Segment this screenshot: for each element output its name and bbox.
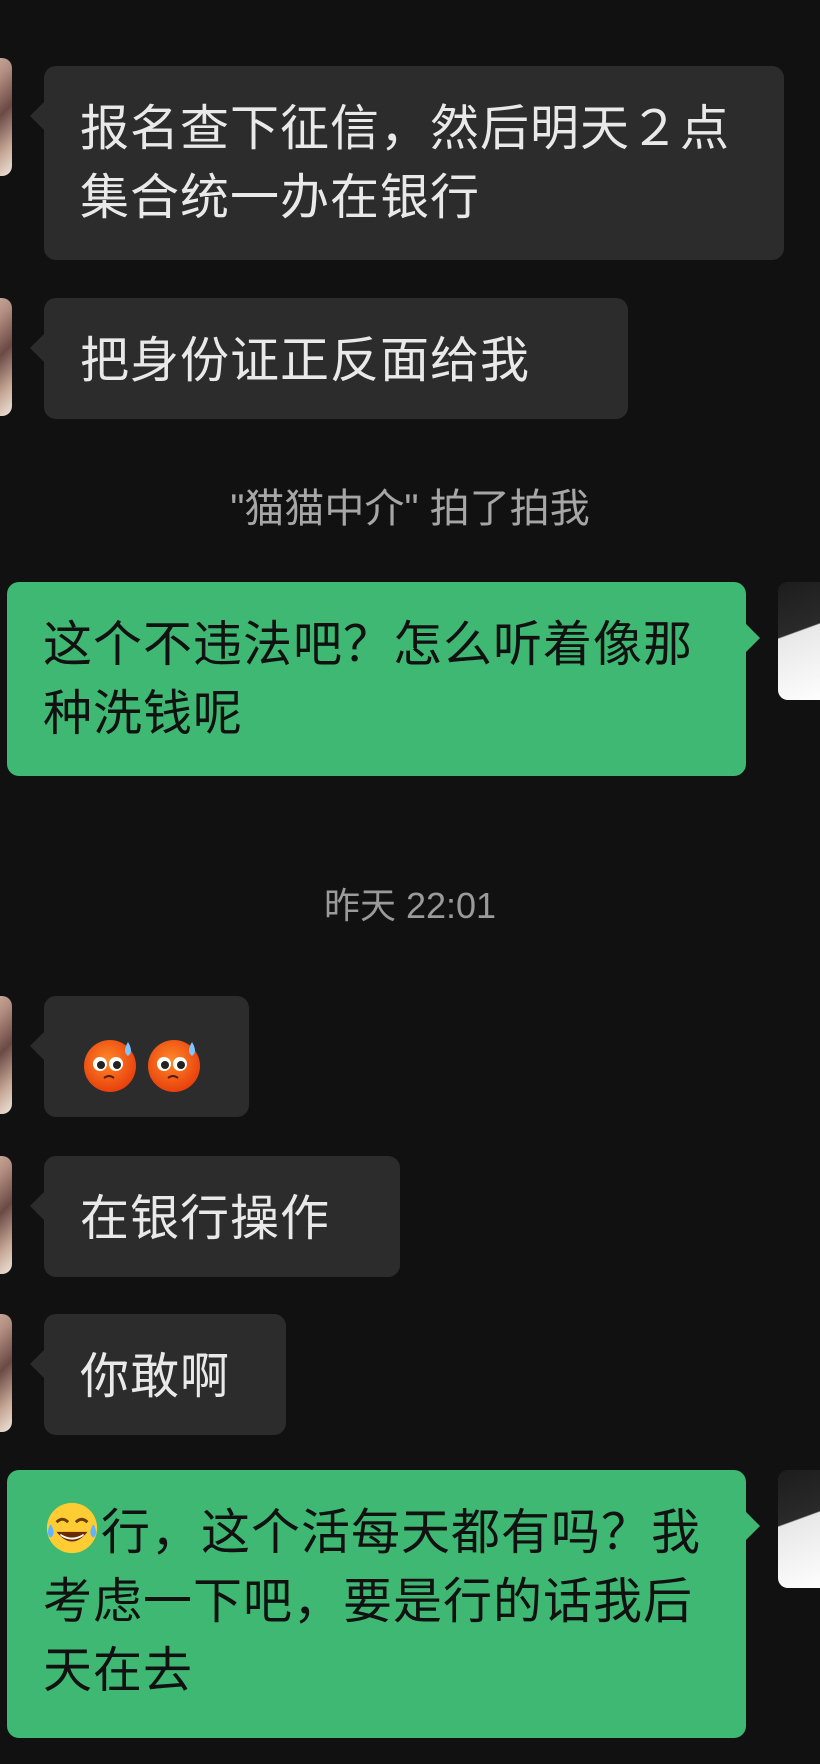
sweating-face-icon [84, 1039, 136, 1092]
message-text: 把身份证正反面给我 [80, 332, 531, 389]
message-text: 报名查下征信，然后明天２点集合统一办在银行 [80, 100, 731, 226]
message-text: 行，这个活每天都有吗？我考虑一下吧，要是行的话我后天在去 [43, 1504, 702, 1699]
timestamp: 昨天 22:01 [323, 885, 497, 926]
contact-avatar[interactable] [0, 1156, 12, 1274]
contact-avatar[interactable] [0, 298, 12, 416]
incoming-message-bubble[interactable]: 把身份证正反面给我 [30, 298, 628, 419]
contact-avatar[interactable] [0, 58, 12, 176]
incoming-message-bubble[interactable]: 报名查下征信，然后明天２点集合统一办在银行 [30, 66, 784, 260]
message-text: 这个不违法吧？怎么听着像那种洗钱呢 [43, 616, 694, 742]
outgoing-message-bubble[interactable]: 这个不违法吧？怎么听着像那种洗钱呢 [7, 582, 760, 776]
incoming-message-bubble[interactable] [30, 996, 249, 1117]
contact-avatar[interactable] [0, 1314, 12, 1432]
contact-avatar[interactable] [0, 996, 12, 1114]
message-text: 你敢啊 [80, 1348, 231, 1405]
tears-of-joy-icon [46, 1502, 98, 1554]
pat-notice: "猫猫中介" 拍了拍我 [230, 487, 590, 531]
incoming-message-bubble[interactable]: 在银行操作 [30, 1156, 400, 1277]
sweating-face-icon [148, 1039, 200, 1092]
message-text: 在银行操作 [80, 1190, 331, 1247]
outgoing-message-bubble[interactable]: 行，这个活每天都有吗？我考虑一下吧，要是行的话我后天在去 [7, 1470, 760, 1738]
my-avatar[interactable] [778, 1470, 820, 1588]
my-avatar[interactable] [778, 582, 820, 700]
incoming-message-bubble[interactable]: 你敢啊 [30, 1314, 286, 1435]
